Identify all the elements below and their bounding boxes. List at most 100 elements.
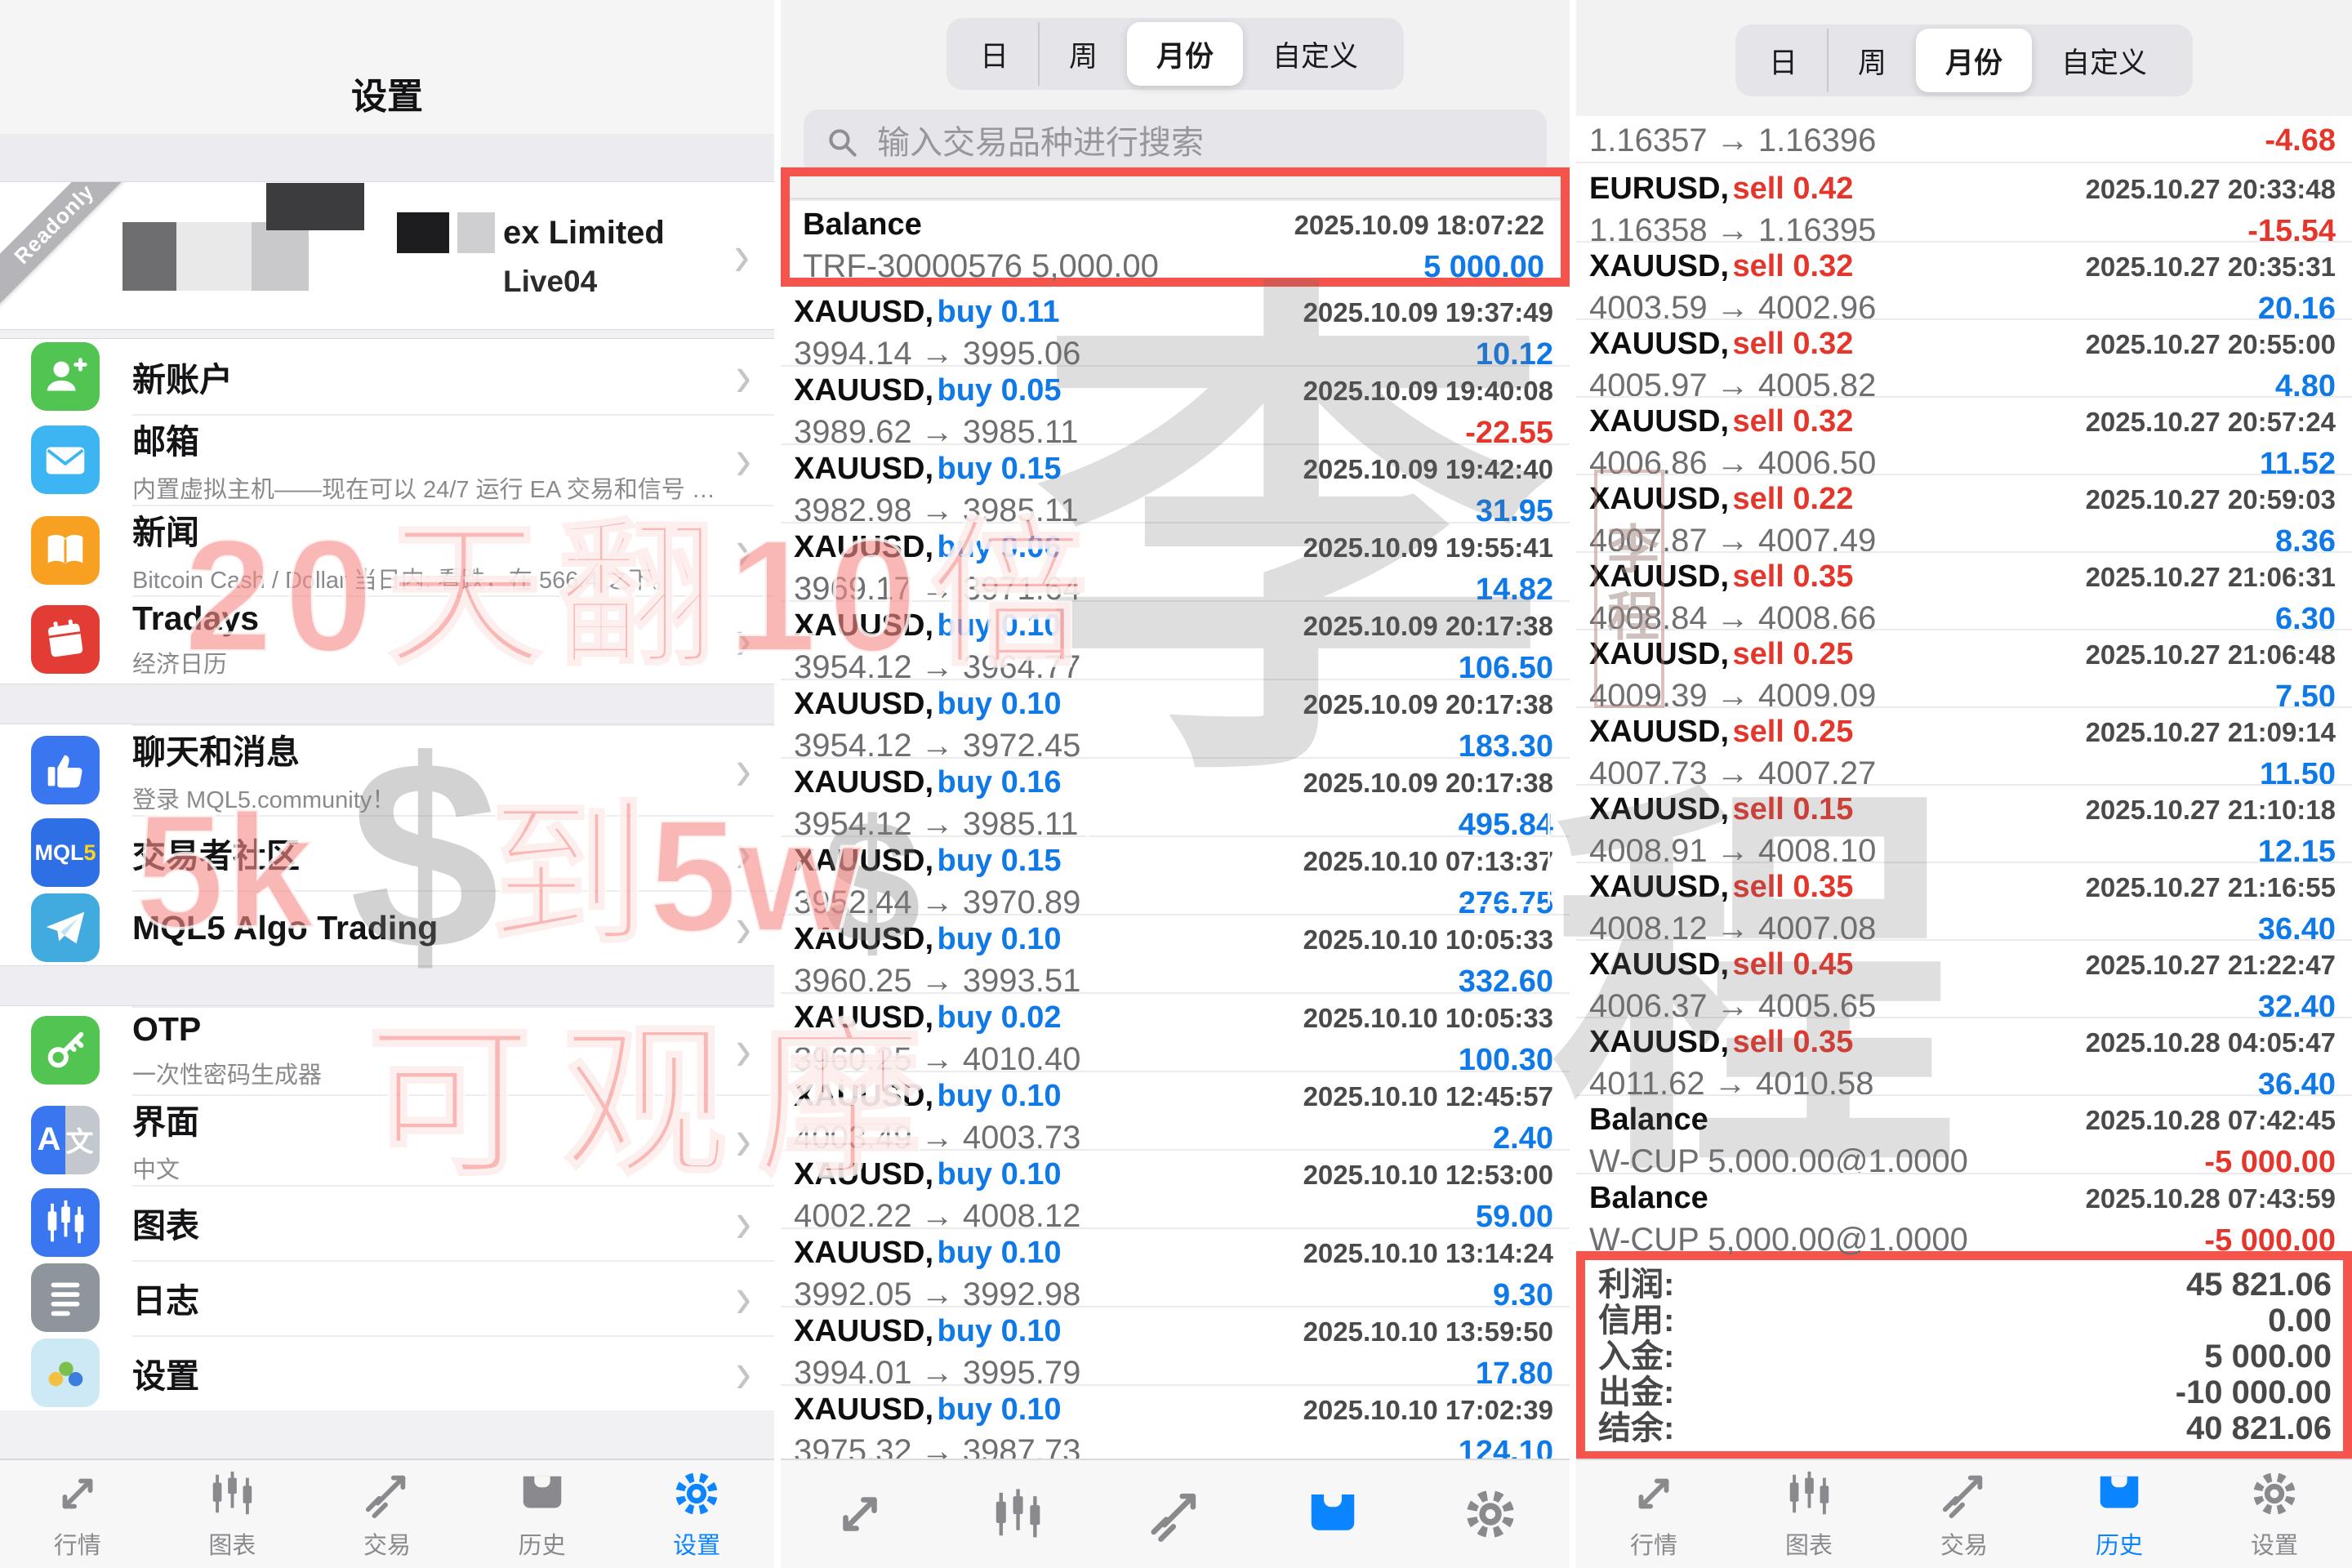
trade-row[interactable]: XAUUSD, buy 0.05 2025.10.09 19:40:08 398…: [781, 365, 1570, 443]
settings-menu-item-news[interactable]: 新闻 Bitcoin Cash / Dollar 当日内: 看跌，在 566.4…: [0, 505, 774, 595]
chevron-right-icon: ›: [736, 1110, 751, 1169]
tab-周[interactable]: 周: [1827, 29, 1916, 92]
nav-item-quotes[interactable]: 行情: [1576, 1460, 1731, 1568]
nav-item-settings[interactable]: [1412, 1460, 1570, 1568]
trade-row[interactable]: XAUUSD, buy 0.15 2025.10.10 07:13:37 395…: [781, 835, 1570, 914]
trade-row[interactable]: XAUUSD, sell 0.15 2025.10.27 21:10:18 40…: [1576, 784, 2352, 862]
settings-menu-item-person-add[interactable]: 新账户 ›: [0, 339, 774, 414]
nav-item-settings[interactable]: 设置: [619, 1460, 774, 1568]
nav-item-quotes[interactable]: 行情: [0, 1460, 155, 1568]
nav-item-charts[interactable]: 图表: [1731, 1460, 1886, 1568]
trade-row[interactable]: XAUUSD, buy 0.10 2025.10.09 20:17:38 395…: [781, 679, 1570, 757]
nav-item-history[interactable]: 历史: [465, 1460, 620, 1568]
settings-menu-item-mql5[interactable]: MQL5 交易者社区 ›: [0, 815, 774, 890]
balance-row[interactable]: Balance 2025.10.28 07:43:59 W-CUP 5,000.…: [1576, 1173, 2352, 1251]
trade-row[interactable]: XAUUSD, sell 0.25 2025.10.27 21:09:14 40…: [1576, 706, 2352, 784]
nav-item-history[interactable]: 历史: [2042, 1460, 2197, 1568]
trade-row[interactable]: XAUUSD, buy 0.02 2025.10.10 10:05:33 396…: [781, 992, 1570, 1071]
trade-row[interactable]: XAUUSD, buy 0.10 2025.10.10 13:14:24 399…: [781, 1227, 1570, 1306]
menu-item-label: MQL5 Algo Trading: [132, 909, 721, 947]
trade-row[interactable]: XAUUSD, sell 0.25 2025.10.27 21:06:48 40…: [1576, 629, 2352, 706]
nav-item-quotes[interactable]: [781, 1460, 938, 1568]
person-add-icon: [31, 342, 100, 411]
balance-row[interactable]: Balance 2025.10.28 07:42:45 W-CUP 5,000.…: [1576, 1094, 2352, 1173]
balance-row[interactable]: Balance 2025.10.09 18:07:22 TRF-30000576…: [790, 199, 1561, 278]
balance-title: Balance: [1589, 1102, 1708, 1138]
partial-trade-row[interactable]: 1.16357 → 1.16396 -4.68: [1576, 116, 2352, 163]
settings-menu-item-mail[interactable]: 邮箱 内置虚拟主机——现在可以 24/7 运行 EA 交易和信号 - Tradi…: [0, 414, 774, 505]
trade-side-volume: sell 0.45: [1732, 947, 1853, 982]
screenshot-root: 设置 Readonly ex Limited Live04 › 新账户 › 邮箱…: [0, 0, 2352, 1568]
account-card[interactable]: Readonly ex Limited Live04 ›: [0, 182, 774, 330]
trade-time: 2025.10.10 12:45:57: [1303, 1081, 1553, 1112]
summary-label: 利润:: [1598, 1267, 1674, 1303]
settings-menu-item-thumb[interactable]: 聊天和消息 登录 MQL5.community！ ›: [0, 724, 774, 815]
settings-icon: [671, 1468, 722, 1519]
trade-side-volume: buy 0.10: [937, 1314, 1061, 1348]
settings-menu-item-key[interactable]: OTP 一次性密码生成器 ›: [0, 1006, 774, 1094]
trade-row[interactable]: XAUUSD, sell 0.32 2025.10.27 20:57:24 40…: [1576, 396, 2352, 474]
trade-time: 2025.10.27 20:59:03: [2086, 484, 2336, 515]
tab-自定义[interactable]: 自定义: [2032, 29, 2176, 92]
trade-symbol: XAUUSD,: [794, 844, 933, 878]
trade-row[interactable]: XAUUSD, buy 0.15 2025.10.09 19:42:40 398…: [781, 443, 1570, 522]
quotes-icon: [1628, 1468, 1679, 1519]
settings-menu-item-calendar[interactable]: Tradays 经济日历 ›: [0, 595, 774, 684]
trade-row[interactable]: XAUUSD, sell 0.45 2025.10.27 21:22:47 40…: [1576, 939, 2352, 1017]
menu-item-label: 图表: [132, 1198, 721, 1247]
trade-row[interactable]: XAUUSD, buy 0.16 2025.10.09 20:17:38 395…: [781, 757, 1570, 835]
trade-row[interactable]: XAUUSD, sell 0.35 2025.10.27 21:16:55 40…: [1576, 862, 2352, 939]
trade-row[interactable]: XAUUSD, sell 0.22 2025.10.27 20:59:03 40…: [1576, 474, 2352, 551]
trade-row[interactable]: XAUUSD, buy 0.10 2025.10.10 12:53:00 400…: [781, 1149, 1570, 1227]
trade-symbol: XAUUSD,: [794, 608, 933, 643]
settings-menu-item-telegram[interactable]: MQL5 Algo Trading ›: [0, 890, 774, 965]
nav-item-label: 图表: [1785, 1526, 1833, 1561]
nav-item-settings[interactable]: 设置: [2197, 1460, 2352, 1568]
nav-item-charts[interactable]: 图表: [155, 1460, 310, 1568]
trade-row[interactable]: XAUUSD, sell 0.32 2025.10.27 20:55:00 40…: [1576, 318, 2352, 396]
balance-amount: 5 000.00: [1423, 250, 1544, 285]
trade-row[interactable]: EURUSD, sell 0.42 2025.10.27 20:33:48 1.…: [1576, 163, 2352, 241]
trade-symbol: XAUUSD,: [794, 1314, 933, 1348]
nav-item-history[interactable]: [1254, 1460, 1412, 1568]
trade-row[interactable]: XAUUSD, buy 0.11 2025.10.09 19:37:49 399…: [781, 287, 1570, 365]
tab-日[interactable]: 日: [951, 22, 1038, 86]
nav-item-label: 图表: [208, 1526, 256, 1561]
nav-item-label: 历史: [519, 1526, 566, 1561]
nav-item-charts[interactable]: [938, 1460, 1096, 1568]
trade-row[interactable]: XAUUSD, buy 0.10 2025.10.10 12:45:57 400…: [781, 1071, 1570, 1149]
settings-menu-item-chart[interactable]: 图表 ›: [0, 1185, 774, 1260]
trade-row[interactable]: XAUUSD, buy 0.10 2025.10.10 13:59:50 399…: [781, 1306, 1570, 1384]
trade-time: 2025.10.10 07:13:37: [1303, 846, 1553, 877]
trade-side-volume: buy 0.06: [937, 530, 1061, 564]
trade-row[interactable]: XAUUSD, sell 0.35 2025.10.28 04:05:47 40…: [1576, 1017, 2352, 1094]
search-bar[interactable]: [804, 109, 1547, 176]
trade-side-volume: buy 0.02: [937, 1000, 1061, 1035]
list-top-strip: [790, 176, 1561, 199]
search-input[interactable]: [875, 124, 1529, 163]
balance-time: 2025.10.28 07:43:59: [2086, 1183, 2336, 1214]
trade-time: 2025.10.28 04:05:47: [2086, 1027, 2336, 1058]
mt-icon: [31, 1339, 100, 1407]
tab-周[interactable]: 周: [1038, 22, 1127, 86]
trade-side-volume: buy 0.15: [937, 844, 1061, 878]
settings-menu-item-journal[interactable]: 日志 ›: [0, 1260, 774, 1335]
tab-自定义[interactable]: 自定义: [1243, 22, 1388, 86]
settings-menu-item-mt[interactable]: 设置 ›: [0, 1335, 774, 1410]
trade-row[interactable]: XAUUSD, sell 0.35 2025.10.27 21:06:31 40…: [1576, 551, 2352, 629]
settings-menu-item-translate[interactable]: A文 界面 中文 ›: [0, 1094, 774, 1185]
trade-row[interactable]: XAUUSD, buy 0.10 2025.10.09 20:17:38 395…: [781, 600, 1570, 679]
trade-row[interactable]: XAUUSD, sell 0.32 2025.10.27 20:35:31 40…: [1576, 241, 2352, 318]
summary-line: 出金: -10 000.00: [1598, 1374, 2332, 1410]
nav-item-trade[interactable]: 交易: [310, 1460, 465, 1568]
tab-日[interactable]: 日: [1740, 29, 1827, 92]
nav-item-trade[interactable]: 交易: [1886, 1460, 2042, 1568]
trade-row[interactable]: XAUUSD, buy 0.06 2025.10.09 19:55:41 396…: [781, 522, 1570, 600]
nav-item-trade[interactable]: [1096, 1460, 1254, 1568]
trade-row[interactable]: XAUUSD, buy 0.10 2025.10.10 17:02:39 397…: [781, 1384, 1570, 1463]
trade-prices: 1.16357 → 1.16396: [1589, 122, 1876, 159]
tab-月份[interactable]: 月份: [1916, 29, 2032, 92]
tab-月份[interactable]: 月份: [1127, 22, 1243, 86]
broker-name: ex Limited: [503, 215, 665, 252]
trade-row[interactable]: XAUUSD, buy 0.10 2025.10.10 10:05:33 396…: [781, 914, 1570, 992]
